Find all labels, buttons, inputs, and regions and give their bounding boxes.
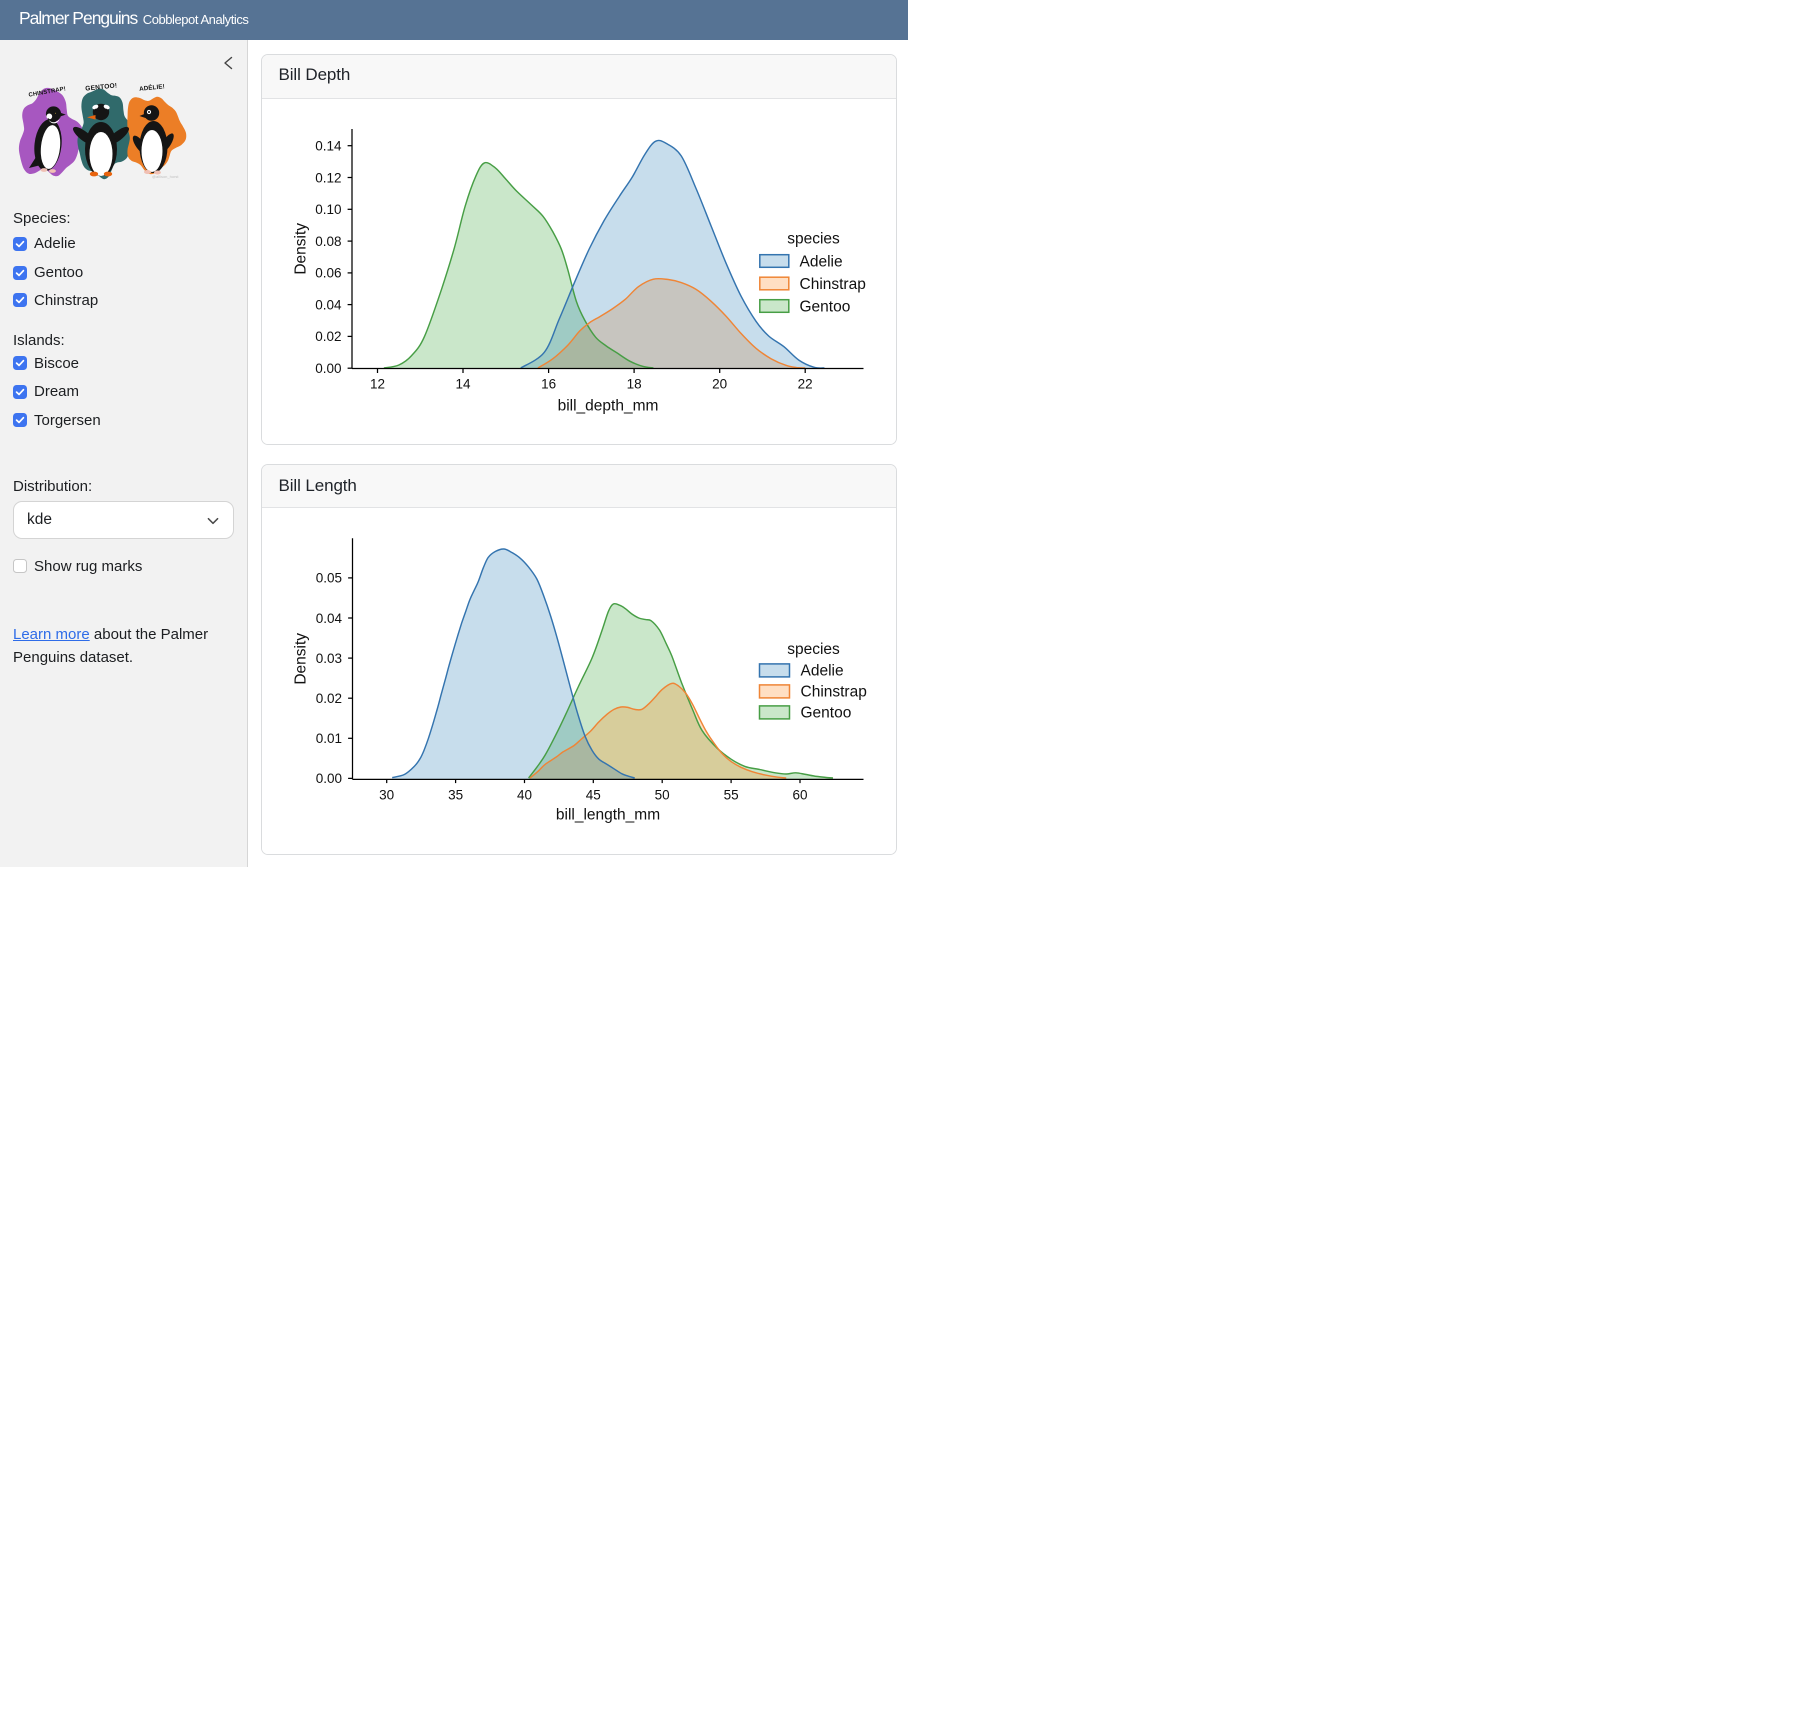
svg-text:50: 50 (655, 787, 670, 802)
svg-text:0.01: 0.01 (316, 731, 342, 746)
svg-text:Adelie: Adelie (801, 662, 844, 679)
svg-text:0.02: 0.02 (315, 329, 341, 344)
svg-text:bill_depth_mm: bill_depth_mm (558, 398, 659, 415)
svg-text:40: 40 (517, 787, 532, 802)
svg-text:0.04: 0.04 (315, 297, 342, 312)
svg-text:0.03: 0.03 (316, 650, 342, 665)
svg-text:Density: Density (293, 632, 310, 684)
svg-text:30: 30 (379, 787, 394, 802)
svg-text:0.05: 0.05 (316, 570, 342, 585)
svg-text:ADÉLIE!: ADÉLIE! (139, 82, 166, 93)
svg-text:Gentoo: Gentoo (801, 704, 852, 721)
svg-text:Chinstrap: Chinstrap (800, 276, 866, 293)
svg-text:Adelie: Adelie (800, 253, 843, 270)
svg-text:16: 16 (541, 377, 556, 392)
svg-text:18: 18 (627, 377, 642, 392)
svg-text:45: 45 (586, 787, 601, 802)
svg-text:0.08: 0.08 (315, 234, 341, 249)
svg-text:Density: Density (293, 223, 310, 275)
svg-text:bill_length_mm: bill_length_mm (556, 806, 660, 823)
svg-text:@allison_horst: @allison_horst (152, 174, 179, 179)
svg-text:0.06: 0.06 (315, 266, 341, 281)
svg-text:0.04: 0.04 (316, 610, 343, 625)
svg-text:species: species (787, 230, 840, 247)
svg-text:35: 35 (448, 787, 463, 802)
svg-text:14: 14 (455, 377, 471, 392)
svg-text:0.14: 0.14 (315, 139, 342, 154)
svg-text:0.10: 0.10 (315, 202, 341, 217)
svg-text:Gentoo: Gentoo (800, 298, 851, 315)
svg-text:Chinstrap: Chinstrap (801, 683, 867, 700)
svg-text:20: 20 (712, 377, 727, 392)
svg-text:species: species (787, 641, 840, 658)
svg-text:0.02: 0.02 (316, 691, 342, 706)
svg-text:55: 55 (724, 787, 739, 802)
svg-text:0.12: 0.12 (315, 170, 341, 185)
svg-text:0.00: 0.00 (315, 361, 341, 376)
svg-text:0.00: 0.00 (316, 771, 342, 786)
svg-text:60: 60 (792, 787, 807, 802)
svg-text:12: 12 (370, 377, 385, 392)
svg-text:22: 22 (798, 377, 813, 392)
